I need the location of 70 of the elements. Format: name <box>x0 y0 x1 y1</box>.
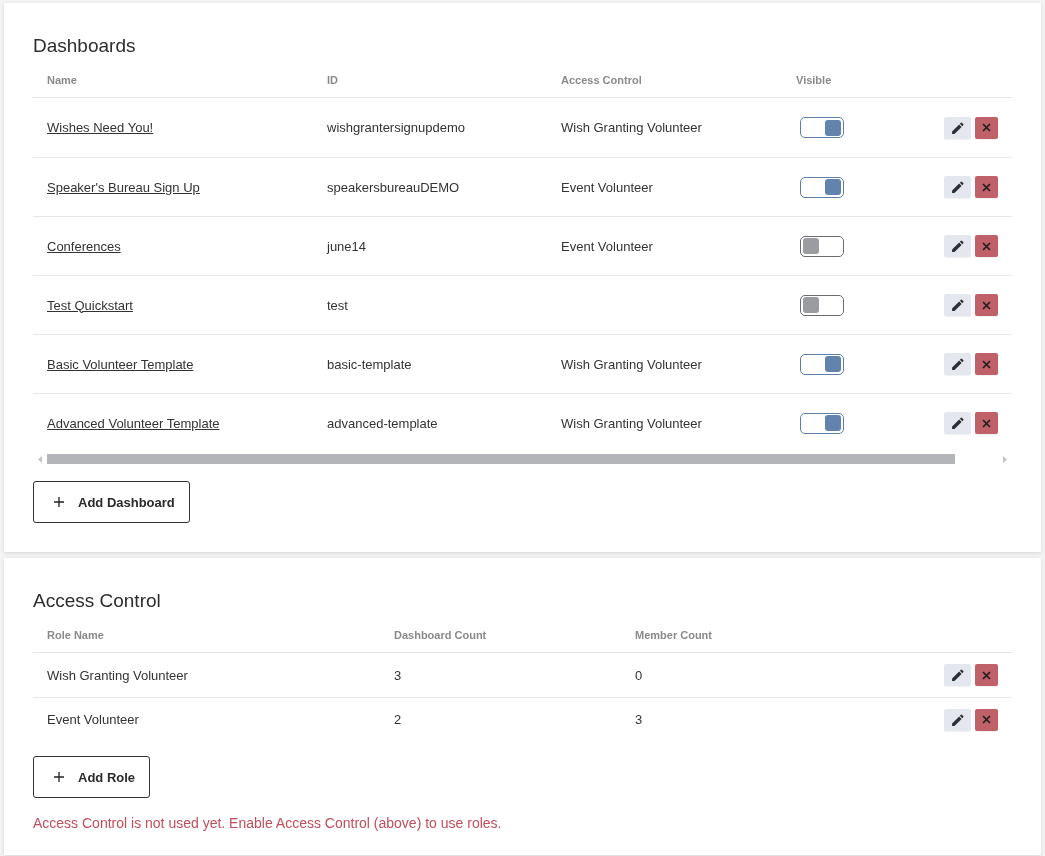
plus-icon <box>54 497 64 507</box>
dashboard-id: wishgrantersignupdemo <box>327 120 466 135</box>
member-count: 0 <box>635 667 643 683</box>
close-icon <box>982 182 991 192</box>
dashboard-link[interactable]: Advanced Volunteer Template <box>47 415 220 431</box>
pencil-icon <box>951 240 964 252</box>
close-icon <box>982 123 991 132</box>
scrollbar-thumb[interactable] <box>47 454 955 464</box>
edit-button[interactable] <box>944 294 971 316</box>
pencil-icon <box>951 713 964 726</box>
column-header: Role Name <box>47 628 104 641</box>
pencil-icon <box>951 669 964 681</box>
close-icon <box>982 418 991 428</box>
visibility-toggle[interactable] <box>800 235 844 257</box>
column-header: Dashboard Count <box>394 628 487 641</box>
access-role: Wish Granting Volunteer <box>561 356 702 372</box>
visibility-toggle[interactable] <box>800 353 844 375</box>
dashboard-id: test <box>327 297 348 313</box>
plus-icon <box>54 772 64 782</box>
visibility-toggle[interactable] <box>800 294 844 316</box>
close-icon <box>982 715 991 724</box>
dashboard-count: 2 <box>394 712 402 727</box>
access-role: Event Volunteer <box>561 238 653 254</box>
pencil-icon <box>951 299 964 311</box>
delete-button[interactable] <box>975 116 998 139</box>
role-name: Event Volunteer <box>47 712 139 727</box>
close-icon <box>982 359 991 369</box>
dashboard-count: 3 <box>394 667 402 683</box>
dashboard-id: basic-template <box>327 356 412 372</box>
pencil-icon <box>951 181 964 193</box>
dashboard-link[interactable]: Wishes Need You! <box>47 120 154 135</box>
dashboard-id: june14 <box>327 238 367 254</box>
access-role: Wish Granting Volunteer <box>561 415 702 431</box>
visibility-toggle[interactable] <box>800 176 844 198</box>
add-role-button[interactable]: Add Role <box>33 756 151 798</box>
visibility-toggle[interactable] <box>800 412 844 434</box>
access-role: Event Volunteer <box>561 179 653 195</box>
pencil-icon <box>951 417 964 429</box>
pencil-icon <box>951 358 964 370</box>
add-dashboard-button[interactable]: Add Dashboard <box>33 481 190 523</box>
access-role: Wish Granting Volunteer <box>561 120 702 135</box>
section-title: Dashboards <box>33 34 136 58</box>
dashboard-id: advanced-template <box>327 415 438 431</box>
column-header: Visible <box>796 73 832 86</box>
role-name: Wish Granting Volunteer <box>47 667 188 683</box>
dashboard-id: speakersbureauDEMO <box>327 179 460 195</box>
column-header: Access Control <box>561 73 642 86</box>
column-header: Name <box>47 73 77 86</box>
delete-button[interactable] <box>975 708 998 731</box>
section-title: Access Control <box>33 589 161 613</box>
close-icon <box>982 241 991 251</box>
edit-button[interactable] <box>944 412 971 434</box>
pencil-icon <box>951 121 964 134</box>
column-header: Member Count <box>635 628 712 641</box>
close-icon <box>982 670 991 680</box>
edit-button[interactable] <box>944 235 971 257</box>
dashboard-link[interactable]: Conferences <box>47 238 121 254</box>
edit-button[interactable] <box>944 176 971 198</box>
edit-button[interactable] <box>944 664 971 686</box>
member-count: 3 <box>635 712 643 727</box>
close-icon <box>982 300 991 310</box>
edit-button[interactable] <box>944 116 971 139</box>
warning-message: Access Control is not used yet. Enable Access Control (above) to use roles. <box>33 814 503 833</box>
dashboard-link[interactable]: Basic Volunteer Template <box>47 356 194 372</box>
visibility-toggle[interactable] <box>800 117 844 138</box>
dashboard-link[interactable]: Test Quickstart <box>47 297 133 313</box>
column-header: ID <box>327 73 338 86</box>
dashboard-link[interactable]: Speaker's Bureau Sign Up <box>47 179 200 195</box>
edit-button[interactable] <box>944 708 971 731</box>
edit-button[interactable] <box>944 353 971 375</box>
